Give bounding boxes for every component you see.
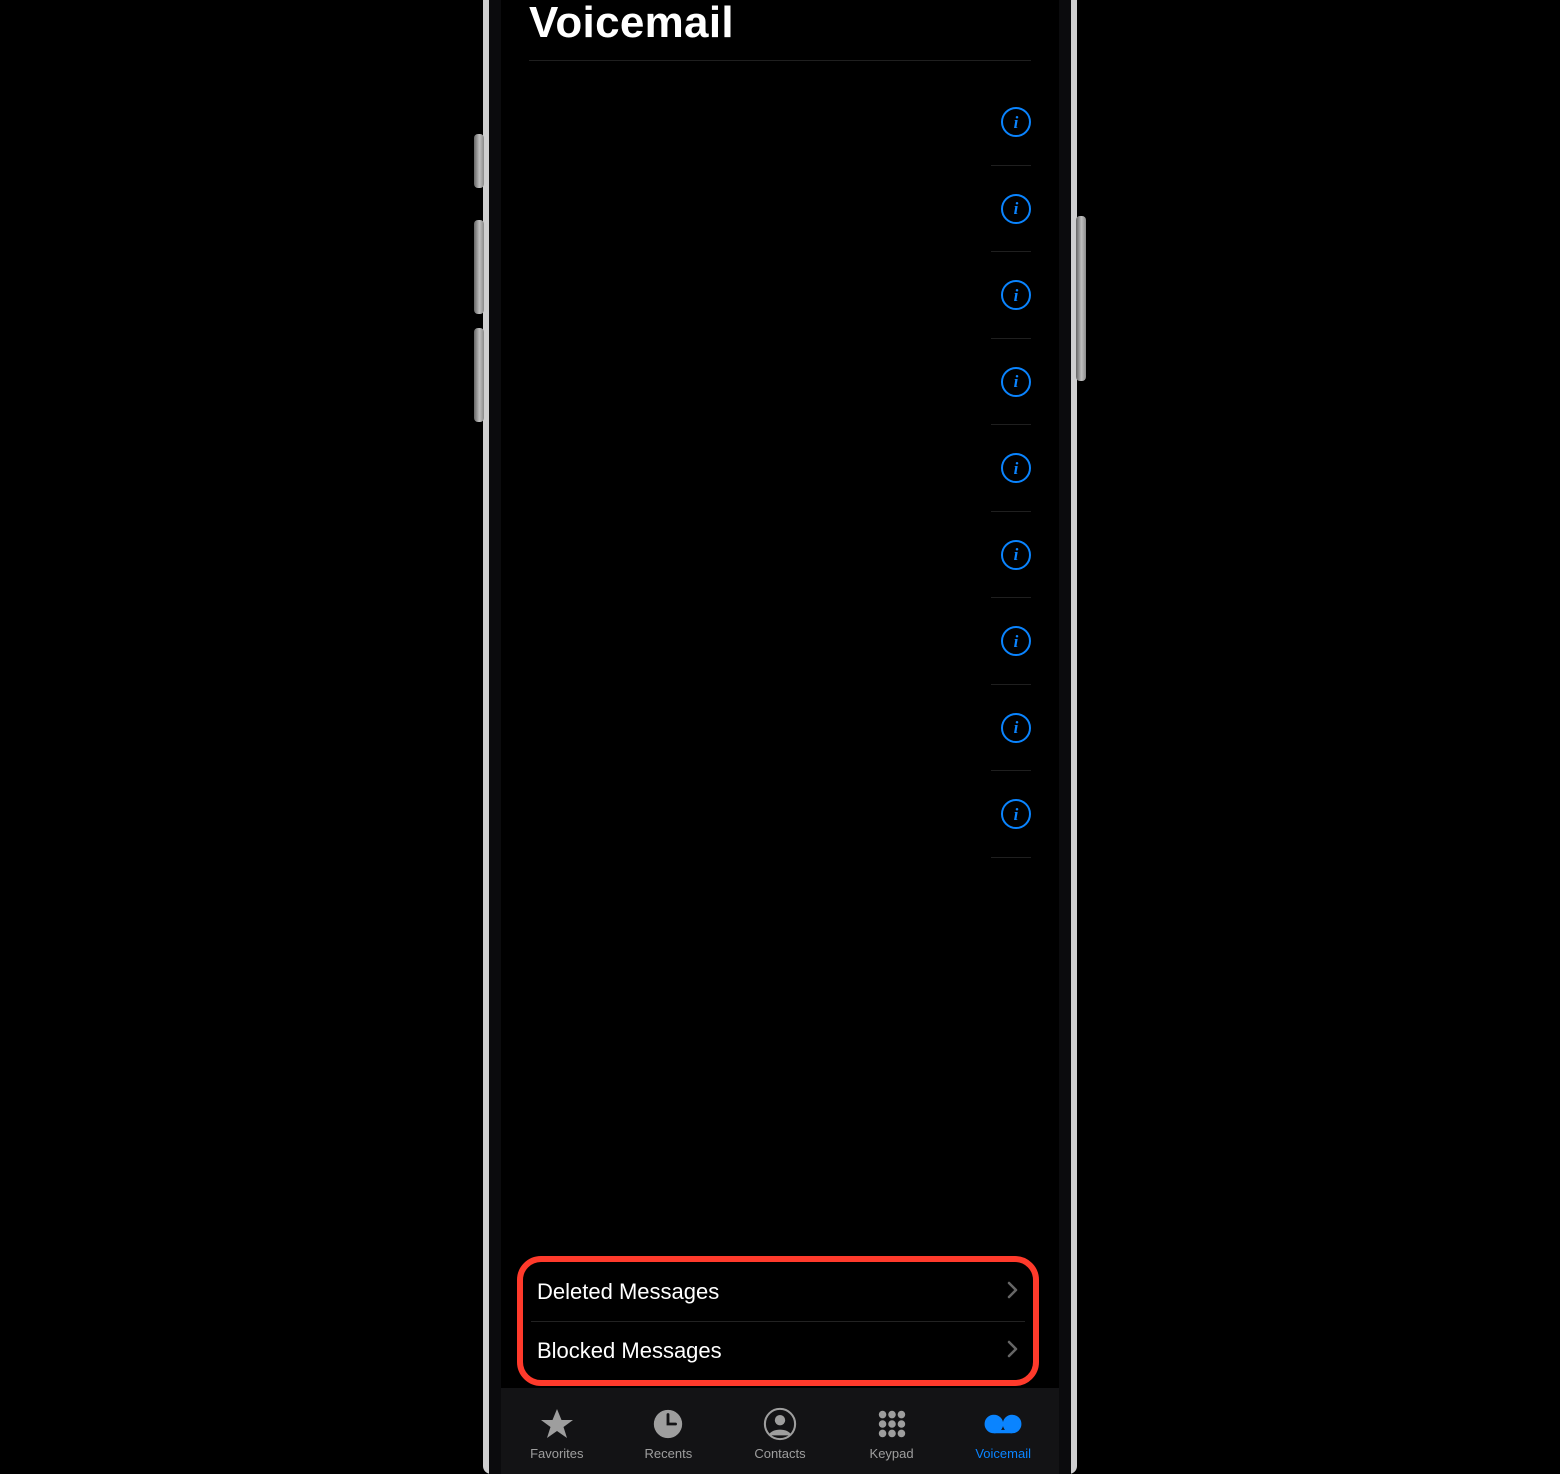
voicemail-row[interactable]: i [501, 685, 1059, 772]
keypad-icon [873, 1406, 911, 1442]
tab-favorites-label: Favorites [530, 1446, 583, 1461]
tab-keypad[interactable]: Keypad [836, 1406, 948, 1461]
info-button[interactable]: i [1001, 626, 1031, 656]
info-icon: i [1014, 460, 1019, 477]
chevron-right-icon [1007, 1279, 1019, 1305]
info-icon: i [1014, 546, 1019, 563]
tab-recents-label: Recents [645, 1446, 693, 1461]
info-icon: i [1014, 719, 1019, 736]
voicemail-row[interactable]: i [501, 512, 1059, 599]
message-folders: Deleted Messages Blocked Messages [517, 1256, 1039, 1386]
blocked-messages-row[interactable]: Blocked Messages [531, 1321, 1025, 1380]
voicemail-row[interactable]: i [501, 425, 1059, 512]
voicemail-icon [984, 1406, 1022, 1442]
header-divider [529, 60, 1031, 61]
tab-contacts-label: Contacts [754, 1446, 805, 1461]
info-button[interactable]: i [1001, 453, 1031, 483]
info-button[interactable]: i [1001, 540, 1031, 570]
deleted-messages-row[interactable]: Deleted Messages [531, 1262, 1025, 1321]
tab-contacts[interactable]: Contacts [724, 1406, 836, 1461]
volume-up-button[interactable] [474, 220, 484, 314]
phone-frame: Voicemail i i i i i i i i i Deleted Messages Blo… [483, 0, 1077, 1474]
info-icon: i [1014, 373, 1019, 390]
info-button[interactable]: i [1001, 713, 1031, 743]
info-icon: i [1014, 633, 1019, 650]
tab-keypad-label: Keypad [870, 1446, 914, 1461]
info-button[interactable]: i [1001, 280, 1031, 310]
info-button[interactable]: i [1001, 194, 1031, 224]
tab-bar: Favorites Recents Contacts [501, 1388, 1059, 1474]
screen: Voicemail i i i i i i i i i Deleted Messages Blo… [501, 0, 1059, 1474]
person-icon [761, 1406, 799, 1442]
page-title: Voicemail [529, 0, 1031, 48]
chevron-right-icon [1007, 1338, 1019, 1364]
mute-switch[interactable] [474, 134, 484, 188]
tab-favorites[interactable]: Favorites [501, 1406, 613, 1461]
info-button[interactable]: i [1001, 107, 1031, 137]
info-icon: i [1014, 287, 1019, 304]
voicemail-row[interactable]: i [501, 771, 1059, 858]
tab-recents[interactable]: Recents [613, 1406, 725, 1461]
voicemail-list: i i i i i i i i i [501, 79, 1059, 1256]
info-icon: i [1014, 200, 1019, 217]
blocked-messages-label: Blocked Messages [537, 1338, 722, 1364]
info-button[interactable]: i [1001, 367, 1031, 397]
power-button[interactable] [1076, 216, 1086, 381]
clock-icon [649, 1406, 687, 1442]
deleted-messages-label: Deleted Messages [537, 1279, 719, 1305]
voicemail-row[interactable]: i [501, 252, 1059, 339]
tab-voicemail[interactable]: Voicemail [947, 1406, 1059, 1461]
volume-down-button[interactable] [474, 328, 484, 422]
info-button[interactable]: i [1001, 799, 1031, 829]
voicemail-row[interactable]: i [501, 598, 1059, 685]
tab-voicemail-label: Voicemail [975, 1446, 1031, 1461]
info-icon: i [1014, 114, 1019, 131]
voicemail-row[interactable]: i [501, 79, 1059, 166]
voicemail-row[interactable]: i [501, 166, 1059, 253]
info-icon: i [1014, 806, 1019, 823]
header: Voicemail [501, 0, 1059, 79]
star-icon [538, 1406, 576, 1442]
voicemail-row[interactable]: i [501, 339, 1059, 426]
